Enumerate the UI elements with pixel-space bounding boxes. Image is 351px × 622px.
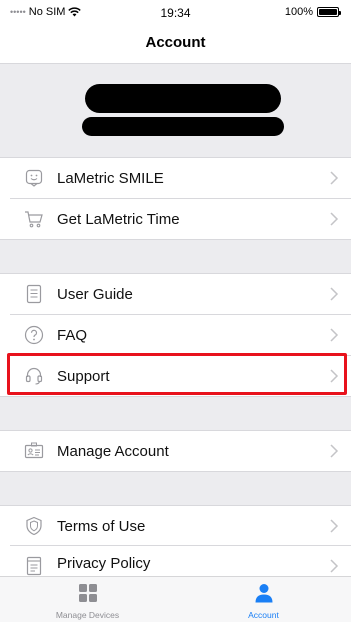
row-label: User Guide xyxy=(57,285,133,303)
row-label: Get LaMetric Time xyxy=(57,210,180,228)
chevron-right-icon xyxy=(330,287,339,301)
row-label: LaMetric SMILE xyxy=(57,169,164,187)
row-user-guide[interactable]: User Guide xyxy=(0,274,351,314)
chevron-right-icon xyxy=(330,559,339,573)
shield-icon xyxy=(24,516,44,536)
section-spacer xyxy=(0,239,351,274)
tab-label: Manage Devices xyxy=(55,610,120,620)
question-circle-icon xyxy=(24,325,44,345)
tab-account[interactable]: Account xyxy=(176,577,351,622)
headset-icon xyxy=(24,366,44,386)
chevron-right-icon xyxy=(330,171,339,185)
chevron-right-icon xyxy=(330,369,339,383)
section-spacer xyxy=(0,471,351,506)
tab-label: Account xyxy=(248,610,279,620)
redacted-email xyxy=(82,117,284,136)
row-label: Manage Account xyxy=(57,442,169,460)
chevron-right-icon xyxy=(330,328,339,342)
battery-percent: 100% xyxy=(284,6,313,18)
battery-icon xyxy=(317,7,341,17)
row-label: FAQ xyxy=(57,326,88,344)
row-label: Terms of Use xyxy=(57,517,146,535)
row-faq[interactable]: FAQ xyxy=(0,315,351,355)
row-privacy-policy[interactable]: Privacy Policy xyxy=(0,546,351,576)
chevron-right-icon xyxy=(330,519,339,533)
row-get-lametric-time[interactable]: Get LaMetric Time xyxy=(0,199,351,239)
chevron-right-icon xyxy=(330,212,339,226)
tab-bar: Manage Devices Account xyxy=(0,576,351,622)
cart-icon xyxy=(24,209,44,229)
row-lametric-smile[interactable]: LaMetric SMILE xyxy=(0,158,351,198)
redacted-name xyxy=(85,84,281,113)
grid-icon xyxy=(78,584,97,602)
person-icon xyxy=(255,584,272,603)
smile-device-icon xyxy=(24,168,44,188)
document-icon xyxy=(24,284,44,304)
tab-manage-devices[interactable]: Manage Devices xyxy=(0,577,175,622)
row-label: Privacy Policy xyxy=(57,555,151,572)
row-terms-of-use[interactable]: Terms of Use xyxy=(0,506,351,546)
status-bar: ••••• No SIM 19:34 100% xyxy=(0,0,351,26)
profile-header xyxy=(0,63,351,158)
status-battery: 100% xyxy=(284,6,341,18)
page-title: Account xyxy=(145,34,206,51)
policy-document-icon xyxy=(24,556,44,576)
row-support[interactable]: Support xyxy=(0,356,351,396)
id-card-icon xyxy=(24,441,44,461)
row-label: Support xyxy=(57,367,110,385)
row-manage-account[interactable]: Manage Account xyxy=(0,431,351,471)
chevron-right-icon xyxy=(330,444,339,458)
section-spacer xyxy=(0,396,351,431)
